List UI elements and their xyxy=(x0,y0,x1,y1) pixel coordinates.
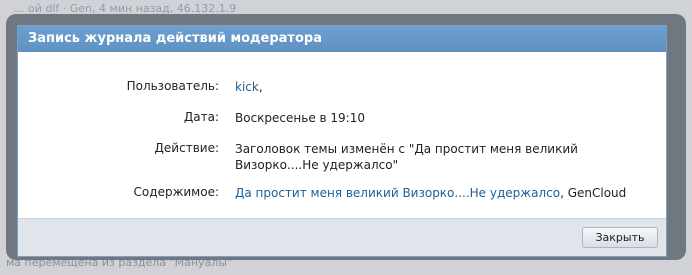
dialog-title: Запись журнала действий модератора xyxy=(18,26,666,52)
action-line-2: Визорко....Не удержалсо" xyxy=(235,158,399,172)
action-value: Заголовок темы изменён с "Да простит мен… xyxy=(235,141,635,173)
user-link[interactable]: kick xyxy=(235,80,259,94)
content-author: GenCloud xyxy=(567,186,627,200)
content-separator: , xyxy=(560,186,568,200)
date-label: Дата: xyxy=(183,110,219,124)
dialog-body: Пользователь: kick, Дата: Воскресенье в … xyxy=(18,52,666,219)
date-value: Воскресенье в 19:10 xyxy=(235,111,365,125)
content-value: Да простит меня великий Визорко....Не уд… xyxy=(235,185,635,201)
user-value: kick, xyxy=(235,79,635,95)
action-label: Действие: xyxy=(154,141,219,155)
user-suffix: , xyxy=(258,80,263,94)
action-line-1: Заголовок темы изменён с "Да простит мен… xyxy=(235,142,578,156)
content-label: Содержимое: xyxy=(133,185,219,199)
thread-link[interactable]: Да простит меня великий Визорко....Не уд… xyxy=(235,186,560,200)
user-label: Пользователь: xyxy=(126,79,219,93)
dialog-footer: Закрыть xyxy=(18,218,666,256)
moderator-log-dialog: Запись журнала действий модератора Польз… xyxy=(17,25,667,257)
close-button[interactable]: Закрыть xyxy=(582,227,658,248)
